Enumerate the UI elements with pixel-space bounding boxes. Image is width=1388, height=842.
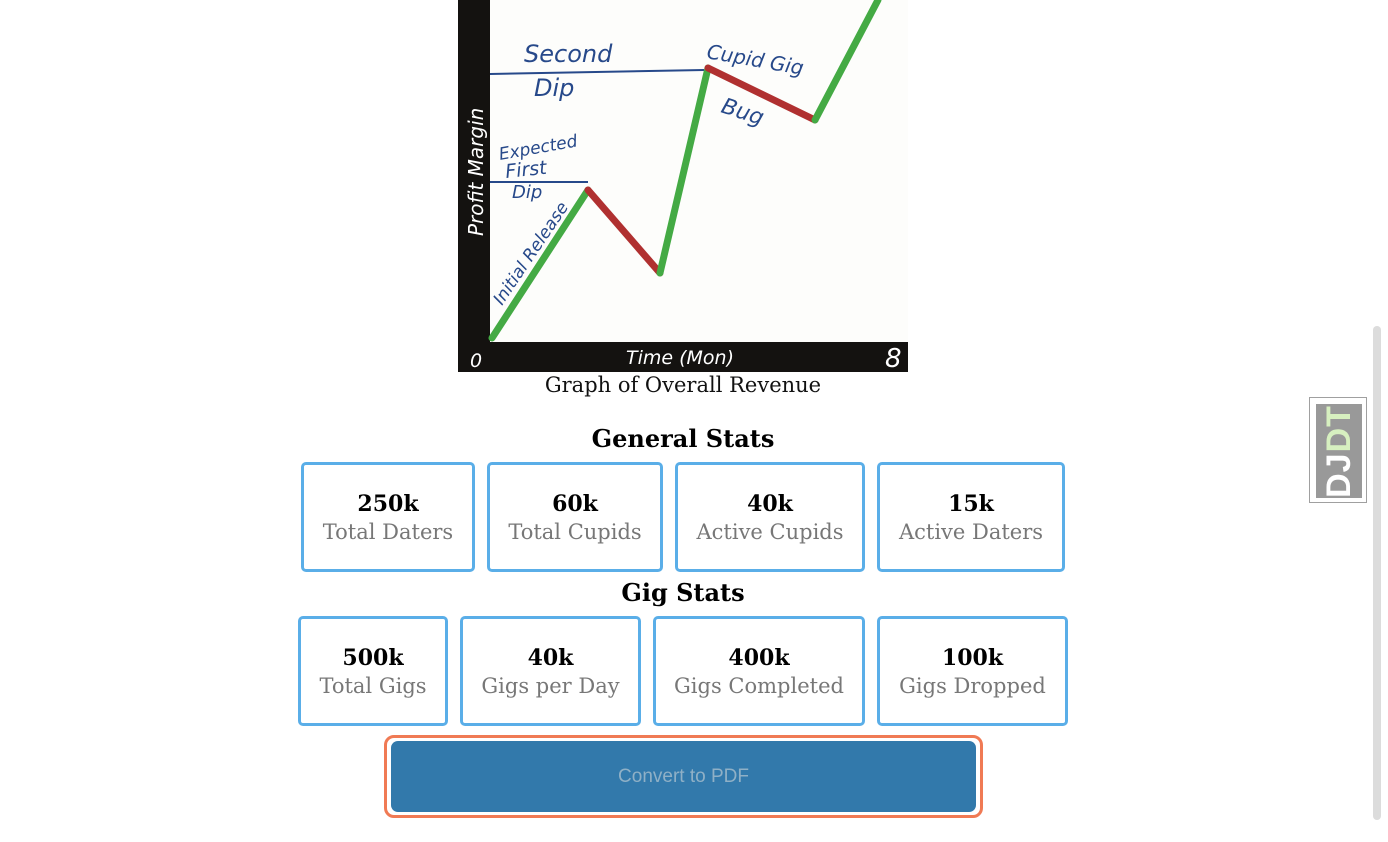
general-stats-title: General Stats: [591, 424, 775, 453]
y-axis-label: Profit Margin: [464, 108, 488, 236]
stat-card-active-cupids: 40k Active Cupids: [675, 462, 865, 572]
convert-to-pdf-button[interactable]: Convert to PDF: [391, 741, 976, 812]
stat-label: Gigs Dropped: [899, 674, 1046, 698]
stat-label: Gigs per Day: [481, 674, 620, 698]
annotation-second-dip-1: Second: [524, 40, 613, 68]
stat-label: Total Gigs: [319, 674, 427, 698]
stat-value: 60k: [552, 491, 598, 517]
stat-value: 400k: [728, 645, 790, 671]
stat-card-gigs-completed: 400k Gigs Completed: [653, 616, 865, 726]
stat-value: 250k: [357, 491, 419, 517]
stat-value: 500k: [342, 645, 404, 671]
stat-label: Gigs Completed: [674, 674, 844, 698]
gig-stats-title: Gig Stats: [621, 578, 745, 607]
x-end-label: 8: [885, 344, 902, 372]
stat-value: 15k: [948, 491, 994, 517]
stat-label: Total Daters: [322, 520, 454, 544]
stat-card-active-daters: 15k Active Daters: [877, 462, 1065, 572]
page: Second Dip Cupid Gig Bug Expected First …: [0, 0, 1388, 842]
stat-label: Active Cupids: [696, 520, 844, 544]
x-origin-label: 0: [470, 350, 482, 372]
stat-card-total-cupids: 60k Total Cupids: [487, 462, 663, 572]
stat-value: 40k: [747, 491, 793, 517]
stat-value: 100k: [941, 645, 1004, 671]
debug-toolbar-handle[interactable]: DJDT: [1309, 397, 1367, 503]
x-axis-label: Time (Mon): [626, 347, 734, 369]
stat-card-gigs-dropped: 100k Gigs Dropped: [877, 616, 1068, 726]
stat-label: Total Cupids: [508, 520, 642, 544]
debug-toolbar-handle-inner: DJDT: [1316, 404, 1362, 498]
annotation-expected-2: First: [504, 157, 549, 183]
annotation-second-dip-2: Dip: [534, 74, 574, 102]
annotation-expected-3: Dip: [512, 182, 542, 203]
stat-card-gigs-per-day: 40k Gigs per Day: [460, 616, 641, 726]
page-scrollbar-thumb[interactable]: [1373, 326, 1381, 820]
stat-label: Active Daters: [898, 520, 1044, 544]
debug-toolbar-logo: DJDT: [1320, 405, 1359, 498]
debug-toolbar-logo-main: DJ: [1319, 451, 1358, 498]
stat-value: 40k: [527, 645, 574, 671]
revenue-graph-image: Second Dip Cupid Gig Bug Expected First …: [458, 0, 908, 372]
stat-card-total-gigs: 500k Total Gigs: [298, 616, 448, 726]
stat-card-total-daters: 250k Total Daters: [301, 462, 475, 572]
debug-toolbar-logo-accent: DT: [1319, 404, 1358, 452]
graph-caption: Graph of Overall Revenue: [544, 373, 822, 397]
